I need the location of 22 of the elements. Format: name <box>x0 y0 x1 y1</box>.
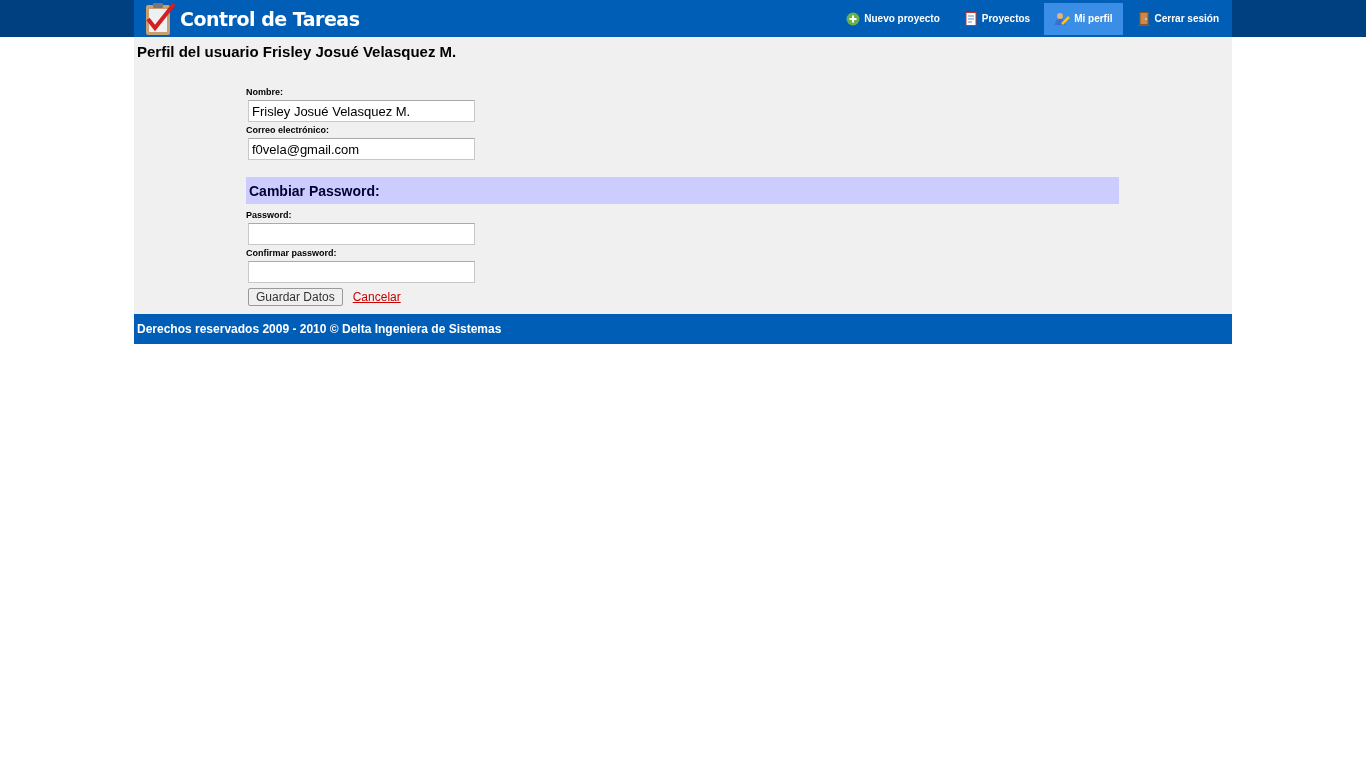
field-label: Nombre: <box>246 87 284 97</box>
app-logo-text: Control de Tareas <box>180 7 360 30</box>
save-button[interactable]: Guardar Datos <box>248 288 343 306</box>
nav-link[interactable]: Nuevo proyecto <box>836 2 950 35</box>
page-title: Perfil del usuario Frisley Josué Velasquez M. <box>137 43 458 60</box>
field-label: Password: <box>246 210 293 220</box>
input-field[interactable]: Frisley Josué Velasquez M. <box>248 100 475 122</box>
nav-link[interactable]: Proyectos <box>953 2 1041 35</box>
password-field[interactable] <box>248 223 475 245</box>
plus-circle-icon <box>846 11 861 26</box>
nav-link[interactable]: Cerrar sesión <box>1126 2 1229 35</box>
field-label: Correo electrónico: <box>246 125 331 135</box>
nav-link[interactable]: Mi perfil <box>1044 2 1123 35</box>
field-label: Confirmar password: <box>246 248 338 258</box>
input-field[interactable]: f0vela@gmail.com <box>248 138 475 160</box>
password-field[interactable] <box>248 261 475 283</box>
person-pencil-icon <box>1054 11 1071 26</box>
notebook-icon <box>963 11 978 26</box>
cancel-link[interactable]: Cancelar <box>352 290 401 304</box>
door-icon <box>1136 11 1151 26</box>
section-header: Cambiar Password: <box>246 177 1119 204</box>
footer-bar: Derechos reservados 2009 - 2010 © Delta Ingeniera de Sistemas <box>134 314 1232 344</box>
